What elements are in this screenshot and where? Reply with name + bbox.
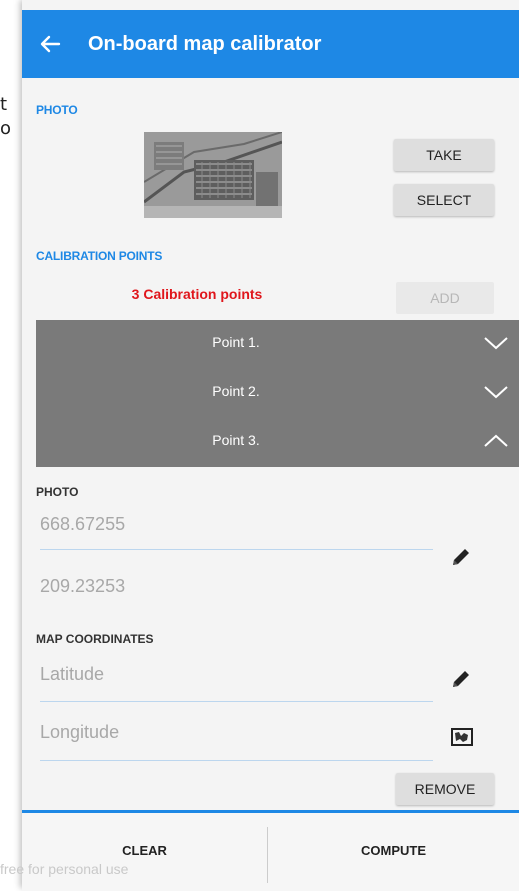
- photo-thumbnail: [144, 132, 282, 218]
- chevron-up-icon: [483, 430, 509, 455]
- chevron-down-icon: [483, 381, 509, 406]
- photo-x-field[interactable]: 668.67255: [40, 514, 125, 535]
- point-row-1[interactable]: Point 1.: [36, 320, 519, 369]
- arrow-left-icon[interactable]: [22, 10, 78, 78]
- longitude-field[interactable]: Longitude: [40, 722, 119, 743]
- field-underline: [40, 760, 433, 761]
- map-icon[interactable]: [451, 727, 473, 752]
- chevron-down-icon: [483, 332, 509, 357]
- take-photo-button[interactable]: TAKE: [394, 139, 494, 171]
- clear-button[interactable]: CLEAR: [22, 813, 267, 888]
- app-bar: On-board map calibrator: [22, 10, 519, 78]
- pencil-icon[interactable]: [450, 668, 472, 695]
- select-photo-button[interactable]: SELECT: [394, 184, 494, 216]
- photo-y-field[interactable]: 209.23253: [40, 576, 125, 597]
- bottom-action-bar: free for personal use CLEAR COMPUTE: [0, 810, 519, 891]
- point-photo-label: PHOTO: [36, 485, 79, 499]
- point-label: Point 3.: [212, 432, 260, 448]
- point-label: Point 1.: [212, 334, 260, 350]
- field-underline: [40, 549, 433, 550]
- remove-point-button[interactable]: REMOVE: [396, 773, 494, 805]
- photo-section-label: PHOTO: [36, 103, 78, 117]
- calibration-count: 3 Calibration points: [131, 286, 263, 302]
- calibration-points-list: Point 1. Point 2. Point 3.: [36, 320, 519, 467]
- add-point-button[interactable]: ADD: [396, 282, 494, 314]
- pencil-icon[interactable]: [450, 546, 472, 573]
- background-page: t o: [0, 0, 22, 888]
- compute-button[interactable]: COMPUTE: [268, 813, 519, 888]
- latitude-field[interactable]: Latitude: [40, 664, 104, 685]
- background-text: t: [0, 94, 8, 115]
- calibrator-dialog: On-board map calibrator PHOTO TAKE SELEC…: [0, 0, 519, 891]
- page-title: On-board map calibrator: [88, 32, 322, 55]
- point-row-3[interactable]: Point 3.: [36, 418, 519, 467]
- point-row-2[interactable]: Point 2.: [36, 369, 519, 418]
- map-coordinates-label: MAP COORDINATES: [36, 632, 154, 646]
- background-text: o: [0, 118, 12, 139]
- calibration-section-label: CALIBRATION POINTS: [36, 249, 163, 263]
- field-underline: [40, 701, 433, 702]
- point-label: Point 2.: [212, 383, 260, 399]
